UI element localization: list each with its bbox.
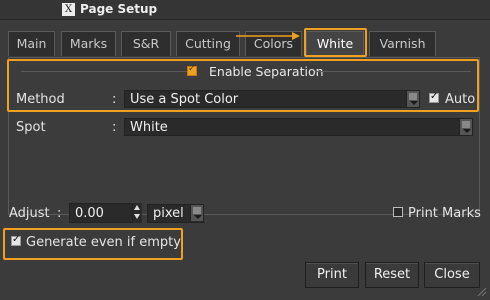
reset-button[interactable]: Reset bbox=[365, 262, 419, 288]
divider bbox=[315, 71, 471, 72]
adjust-input[interactable]: 0.00 bbox=[69, 203, 133, 223]
spot-select[interactable]: White bbox=[124, 118, 473, 136]
method-colon: : bbox=[112, 92, 117, 107]
method-label: Method bbox=[16, 92, 65, 107]
auto-label: Auto bbox=[445, 92, 476, 107]
adjust-colon: : bbox=[57, 206, 62, 221]
tab-varnish[interactable]: Varnish bbox=[369, 31, 436, 56]
tab-marks[interactable]: Marks bbox=[61, 31, 116, 56]
auto-checkbox[interactable] bbox=[429, 91, 439, 103]
generate-if-empty-label: Generate even if empty bbox=[26, 235, 181, 250]
tab-s-and-r[interactable]: S&R bbox=[121, 31, 171, 56]
chevron-down-icon[interactable] bbox=[406, 91, 419, 107]
tab-cutting[interactable]: Cutting bbox=[176, 31, 240, 56]
separation-group-header: Enable Separation bbox=[9, 58, 481, 86]
chevron-down-icon[interactable] bbox=[459, 119, 472, 135]
generate-if-empty-checkbox[interactable] bbox=[11, 234, 21, 246]
spot-select-value: White bbox=[130, 120, 168, 135]
annotation-arrow-icon bbox=[236, 32, 300, 40]
method-select[interactable]: Use a Spot Color bbox=[124, 90, 420, 108]
white-tab-panel: Enable Separation Method : Use a Spot Co… bbox=[8, 57, 480, 215]
spot-label: Spot bbox=[16, 120, 46, 135]
print-marks-checkbox[interactable] bbox=[393, 207, 403, 217]
print-button[interactable]: Print bbox=[305, 262, 359, 288]
unit-select-value: pixel bbox=[153, 206, 184, 221]
tab-main[interactable]: Main bbox=[8, 31, 55, 56]
stepper-up-icon[interactable] bbox=[134, 205, 140, 210]
title-bar: X Page Setup bbox=[0, 0, 490, 20]
page-setup-dialog: Main Marks S&R Cutting Colors White Varn… bbox=[0, 20, 490, 300]
close-button[interactable]: Close bbox=[424, 262, 480, 288]
tab-white[interactable]: White bbox=[306, 31, 364, 56]
window-title: Page Setup bbox=[80, 2, 158, 16]
enable-separation-checkbox[interactable] bbox=[187, 64, 197, 76]
stepper-down-icon[interactable] bbox=[134, 214, 140, 219]
chevron-down-icon[interactable] bbox=[190, 205, 203, 221]
method-select-value: Use a Spot Color bbox=[130, 92, 239, 107]
divider bbox=[21, 71, 191, 72]
resize-grip-icon[interactable] bbox=[477, 287, 487, 297]
adjust-label: Adjust bbox=[9, 206, 50, 221]
spot-colon: : bbox=[112, 120, 117, 135]
adjust-stepper[interactable] bbox=[133, 203, 142, 223]
unit-select[interactable]: pixel bbox=[147, 204, 204, 223]
x-window-icon: X bbox=[62, 3, 75, 16]
enable-separation-label: Enable Separation bbox=[209, 64, 324, 79]
print-marks-label: Print Marks bbox=[408, 206, 481, 221]
